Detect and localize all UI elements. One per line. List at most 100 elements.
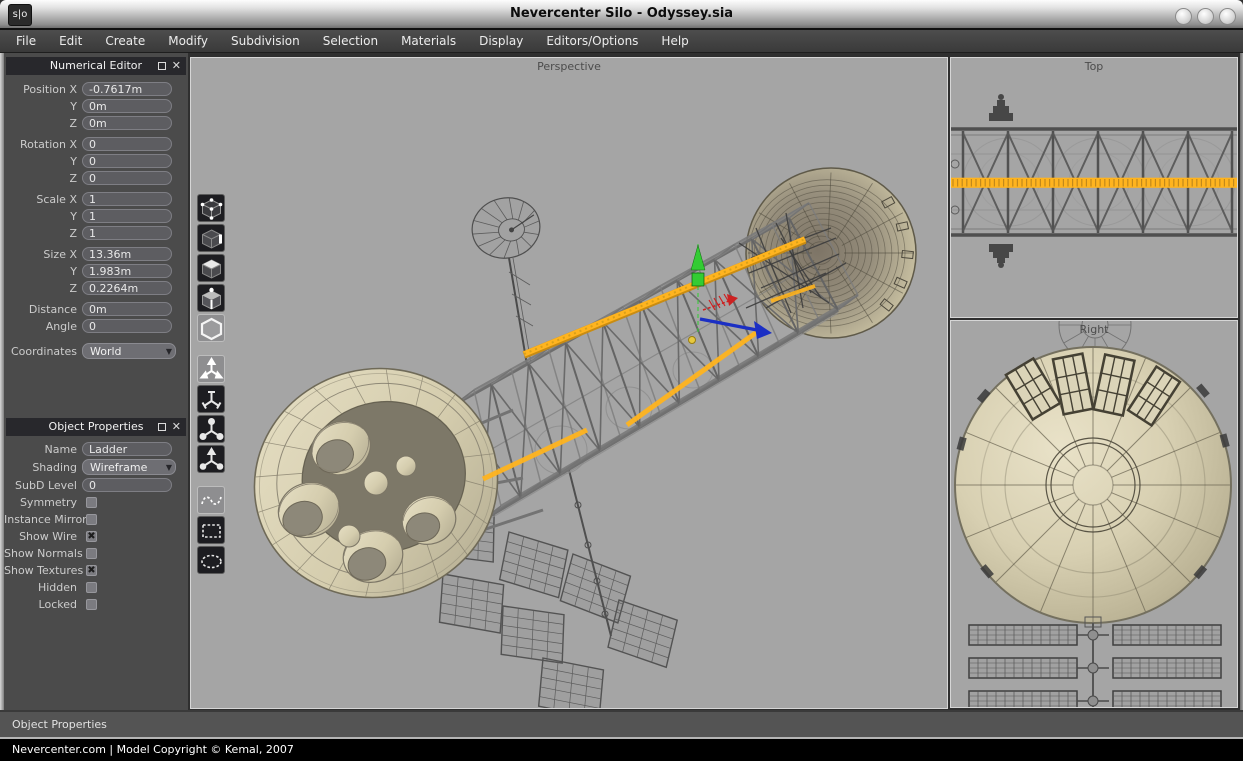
coordinates-dropdown[interactable]: World ▼ (82, 343, 176, 359)
hidden-checkbox[interactable] (86, 582, 97, 593)
status-bar: Object Properties (0, 710, 1243, 737)
window-button-1[interactable] (1175, 8, 1192, 25)
perspective-canvas[interactable] (191, 58, 947, 708)
numerical-editor-body: Position X Y Z Rotation X Y Z Scale X Y … (4, 81, 188, 360)
menu-modify[interactable]: Modify (168, 34, 208, 48)
title-bar: s|o Nevercenter Silo - Odyssey.sia (0, 0, 1243, 30)
menu-materials[interactable]: Materials (401, 34, 456, 48)
distance-label: Distance (4, 303, 82, 316)
scale-y-label: Y (4, 210, 82, 223)
scale-x-field[interactable] (82, 192, 172, 206)
menu-bar: File Edit Create Modify Subdivision Sele… (0, 30, 1243, 53)
y-axis-handle[interactable] (692, 273, 704, 286)
paint-select-icon[interactable] (197, 546, 225, 574)
subd-level-field[interactable] (82, 478, 172, 492)
show-wire-label: Show Wire (4, 530, 82, 543)
solar-panels-right-view (969, 625, 1221, 707)
window-title: Nevercenter Silo - Odyssey.sia (0, 6, 1243, 21)
scale-x-label: Scale X (4, 193, 82, 206)
menu-file[interactable]: File (16, 34, 36, 48)
shading-value: Wireframe (90, 461, 147, 474)
menu-editors-options[interactable]: Editors/Options (546, 34, 638, 48)
size-y-label: Y (4, 265, 82, 278)
coordinates-label: Coordinates (4, 345, 82, 358)
show-textures-checkbox[interactable]: ✖ (86, 565, 97, 576)
right-canvas[interactable] (951, 321, 1237, 707)
x-axis-arrow[interactable] (703, 294, 738, 310)
show-normals-checkbox[interactable] (86, 548, 97, 559)
scale-tool-icon[interactable] (197, 415, 225, 443)
lasso-select-icon[interactable] (197, 486, 225, 514)
close-icon[interactable]: ✕ (172, 57, 181, 75)
instance-mirror-checkbox[interactable] (86, 514, 97, 525)
object-properties-title: Object Properties (49, 420, 144, 433)
size-y-field[interactable] (82, 264, 172, 278)
size-x-field[interactable] (82, 247, 172, 261)
symmetry-checkbox[interactable] (86, 497, 97, 508)
manipulator-toolbar (197, 355, 225, 473)
rotation-z-field[interactable] (82, 171, 172, 185)
menu-edit[interactable]: Edit (59, 34, 82, 48)
rotation-y-field[interactable] (82, 154, 172, 168)
top-viewport[interactable]: Top (950, 57, 1238, 318)
universal-manipulator-icon[interactable] (197, 445, 225, 473)
selection-tool-toolbar (197, 486, 225, 574)
menu-display[interactable]: Display (479, 34, 523, 48)
position-y-field[interactable] (82, 99, 172, 113)
locked-checkbox[interactable] (86, 599, 97, 610)
shading-dropdown[interactable]: Wireframe ▼ (82, 459, 176, 475)
right-viewport-label: Right (951, 323, 1237, 336)
minimize-icon[interactable] (158, 423, 166, 431)
position-x-label: Position X (4, 83, 82, 96)
antenna-dish (467, 192, 546, 365)
coordinates-value: World (90, 345, 122, 358)
rotate-tool-icon[interactable] (197, 385, 225, 413)
manipulator-origin[interactable] (689, 337, 696, 344)
minimize-icon[interactable] (158, 62, 166, 70)
y-axis-arrow[interactable] (691, 245, 705, 270)
window-button-3[interactable] (1219, 8, 1236, 25)
menu-help[interactable]: Help (661, 34, 688, 48)
close-icon[interactable]: ✕ (172, 418, 181, 436)
menu-create[interactable]: Create (105, 34, 145, 48)
size-z-label: Z (4, 282, 82, 295)
rectangle-select-icon[interactable] (197, 516, 225, 544)
perspective-viewport-label: Perspective (191, 60, 947, 73)
edge-mode-icon[interactable] (197, 224, 225, 252)
face-mode-icon[interactable] (197, 254, 225, 282)
menu-subdivision[interactable]: Subdivision (231, 34, 300, 48)
multi-mode-icon[interactable] (197, 284, 225, 312)
position-x-field[interactable] (82, 82, 172, 96)
rotation-x-field[interactable] (82, 137, 172, 151)
subd-level-label: SubD Level (4, 479, 82, 492)
symmetry-label: Symmetry (4, 496, 82, 509)
z-axis-arrow[interactable] (754, 321, 772, 339)
angle-field[interactable] (82, 319, 172, 333)
right-viewport[interactable]: Right (950, 320, 1238, 708)
status-text: Object Properties (12, 718, 107, 731)
menu-selection[interactable]: Selection (323, 34, 378, 48)
window-button-2[interactable] (1197, 8, 1214, 25)
locked-label: Locked (4, 598, 82, 611)
numerical-editor-header: Numerical Editor ✕ (6, 57, 186, 75)
instance-mirror-label: Instance Mirror (4, 513, 82, 526)
shading-label: Shading (4, 461, 82, 474)
position-z-label: Z (4, 117, 82, 130)
scale-y-field[interactable] (82, 209, 172, 223)
show-wire-checkbox[interactable]: ✖ (86, 531, 97, 542)
size-z-field[interactable] (82, 281, 172, 295)
engine-section (230, 343, 543, 623)
scale-z-label: Z (4, 227, 82, 240)
perspective-viewport[interactable]: Perspective (190, 57, 948, 709)
position-z-field[interactable] (82, 116, 172, 130)
scale-z-field[interactable] (82, 226, 172, 240)
move-tool-icon[interactable] (197, 355, 225, 383)
name-field[interactable] (82, 442, 172, 456)
top-canvas[interactable] (951, 58, 1237, 317)
vertex-mode-icon[interactable] (197, 194, 225, 222)
rotation-z-label: Z (4, 172, 82, 185)
top-viewport-label: Top (951, 60, 1237, 73)
object-mode-icon[interactable] (197, 314, 225, 342)
distance-field[interactable] (82, 302, 172, 316)
size-x-label: Size X (4, 248, 82, 261)
